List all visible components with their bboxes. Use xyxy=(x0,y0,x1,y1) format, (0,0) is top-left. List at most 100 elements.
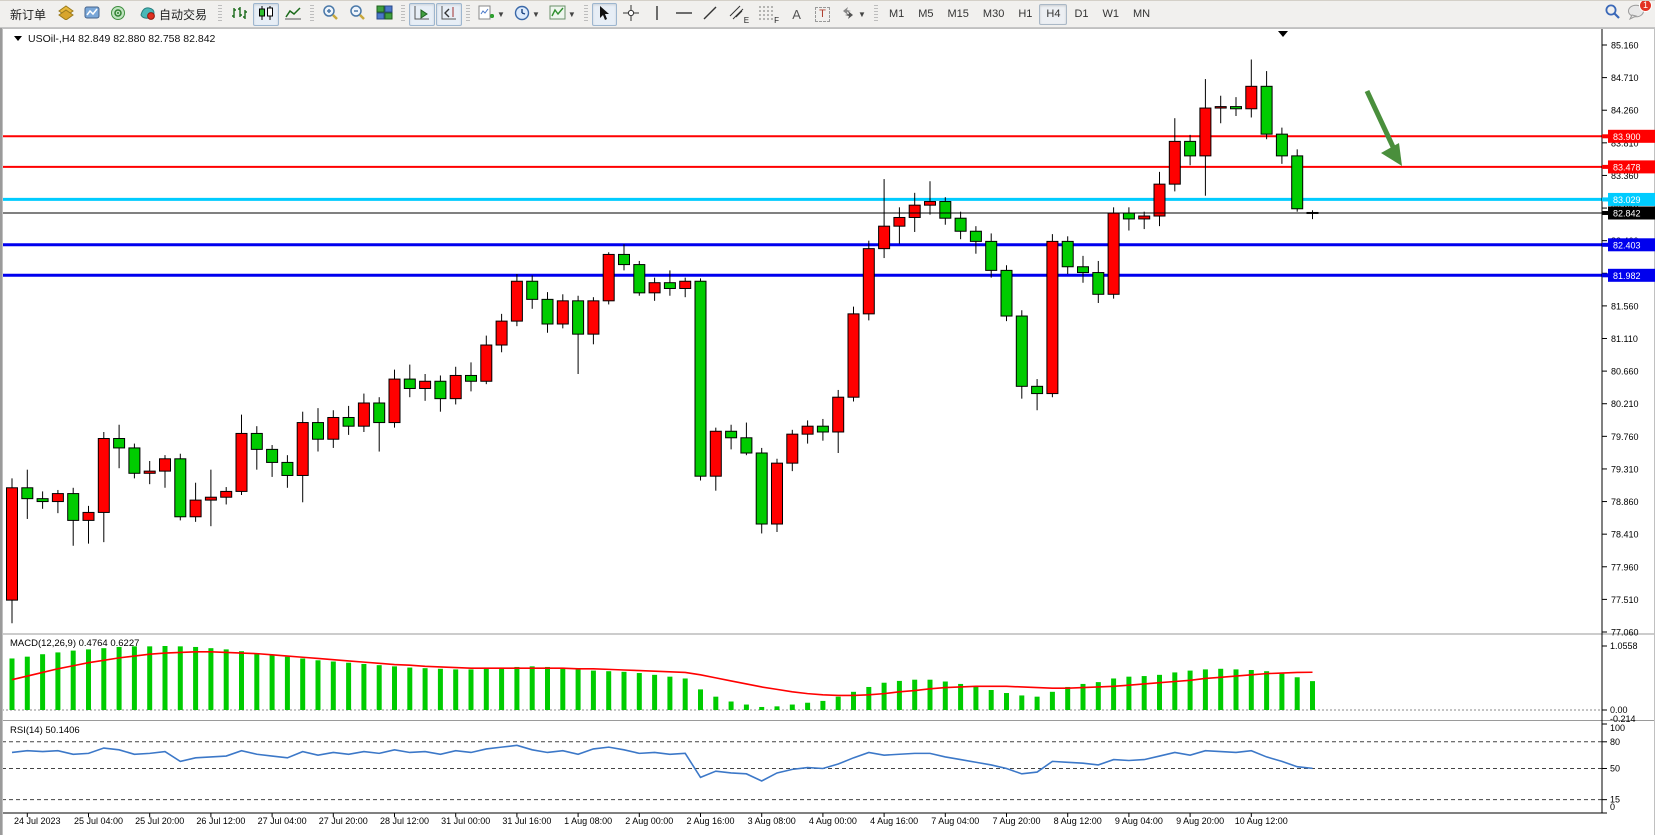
candlestick xyxy=(68,494,79,521)
macd-histogram-bar xyxy=(178,646,183,710)
macd-histogram-bar xyxy=(499,668,504,710)
trendline-tool-button[interactable] xyxy=(698,3,723,26)
text-tool-icon: A xyxy=(792,7,801,22)
terminal-button[interactable] xyxy=(80,3,105,26)
candlestick xyxy=(251,433,262,449)
candlestick xyxy=(328,417,339,439)
candlestick xyxy=(1154,184,1165,216)
chart-shift-button[interactable] xyxy=(436,3,462,26)
text-label-tool-button[interactable]: T xyxy=(810,3,835,26)
time-tick-label: 26 Jul 12:00 xyxy=(196,816,245,826)
candlestick xyxy=(695,281,706,476)
new-order-button[interactable]: 新订单 xyxy=(3,3,53,26)
macd-histogram-bar xyxy=(346,663,351,710)
auto-trading-icon xyxy=(139,5,156,24)
timeframe-mn-button[interactable]: MN xyxy=(1126,4,1157,25)
candlestick-chart-icon xyxy=(257,5,275,24)
trendline-icon xyxy=(702,5,718,24)
macd-histogram-bar xyxy=(882,683,887,710)
toolbar: 新订单 自动交易 xyxy=(0,1,1655,28)
macd-histogram-bar xyxy=(560,668,565,710)
price-tick-label: 80.660 xyxy=(1611,367,1639,377)
timeframe-d1-button[interactable]: D1 xyxy=(1067,4,1095,25)
timeframe-m15-button[interactable]: M15 xyxy=(941,4,976,25)
horizontal-line-tool-button[interactable] xyxy=(671,3,697,26)
candlestick xyxy=(1169,141,1180,184)
search-icon[interactable] xyxy=(1604,3,1621,25)
line-chart-type-button[interactable] xyxy=(280,3,306,26)
timeframe-w1-button[interactable]: W1 xyxy=(1096,4,1127,25)
timeframe-m30-button[interactable]: M30 xyxy=(976,4,1011,25)
zoom-out-button[interactable] xyxy=(345,3,371,26)
candlestick xyxy=(1261,86,1272,134)
candlestick xyxy=(802,426,813,434)
candlestick xyxy=(267,449,278,462)
candlestick xyxy=(940,202,951,219)
candlestick xyxy=(1215,107,1226,108)
tile-windows-button[interactable] xyxy=(372,3,397,26)
macd-histogram-bar xyxy=(40,654,45,710)
candlestick xyxy=(144,471,155,473)
zoom-in-button[interactable] xyxy=(318,3,344,26)
arrow-annotation[interactable] xyxy=(1367,91,1402,166)
timeframe-m1-button[interactable]: M1 xyxy=(882,4,911,25)
chevron-down-icon: ▼ xyxy=(497,10,505,19)
text-tool-button[interactable]: A xyxy=(784,3,809,26)
macd-histogram-bar xyxy=(866,687,871,710)
chart-canvas[interactable]: USOil-,H4 82.849 82.880 82.758 82.842MAC… xyxy=(2,28,1655,835)
timeframe-h4-button[interactable]: H4 xyxy=(1039,4,1067,25)
candlestick xyxy=(817,426,828,432)
macd-histogram-bar xyxy=(1203,669,1208,710)
templates-button[interactable]: ▼ xyxy=(545,3,580,26)
symbol-dropdown-icon[interactable] xyxy=(14,36,22,41)
price-tick-label: 78.410 xyxy=(1611,530,1639,540)
fibonacci-tool-button[interactable]: F xyxy=(754,3,783,26)
macd-histogram-bar xyxy=(377,665,382,710)
candlestick xyxy=(450,375,461,398)
new-chart-button[interactable]: ▼ xyxy=(474,3,509,26)
macd-histogram-bar xyxy=(1157,675,1162,710)
candlestick xyxy=(374,403,385,423)
vertical-line-tool-button[interactable] xyxy=(645,3,670,26)
candlestick xyxy=(741,438,752,453)
auto-trading-button[interactable]: 自动交易 xyxy=(132,3,214,26)
macd-histogram-bar xyxy=(759,707,764,710)
toolbar-separator xyxy=(310,5,314,23)
price-tick-label: 85.160 xyxy=(1611,41,1639,51)
price-tick-label: 84.260 xyxy=(1611,106,1639,116)
shift-marker-icon[interactable] xyxy=(1278,31,1288,37)
macd-histogram-bar xyxy=(163,646,168,710)
candlestick xyxy=(435,381,446,398)
bar-chart-type-button[interactable] xyxy=(226,3,252,26)
macd-histogram-bar xyxy=(698,689,703,710)
candlestick xyxy=(863,249,874,314)
macd-histogram-bar xyxy=(958,684,963,710)
macd-histogram-bar xyxy=(591,671,596,710)
macd-histogram-bar xyxy=(285,657,290,710)
candlestick xyxy=(955,218,966,231)
time-tick-label: 3 Aug 08:00 xyxy=(748,816,796,826)
macd-histogram-bar xyxy=(316,660,321,710)
candlestick xyxy=(1001,270,1012,316)
macd-histogram-bar xyxy=(667,677,672,710)
arrows-tool-button[interactable]: ▼ xyxy=(836,3,870,26)
crosshair-tool-button[interactable] xyxy=(618,3,644,26)
auto-scroll-button[interactable] xyxy=(409,3,435,26)
cursor-tool-button[interactable] xyxy=(592,3,617,26)
time-tick-label: 9 Aug 20:00 xyxy=(1176,816,1224,826)
timeframe-m5-button[interactable]: M5 xyxy=(911,4,940,25)
notifications-button[interactable]: 1 xyxy=(1627,4,1646,25)
timeframe-h1-button[interactable]: H1 xyxy=(1011,4,1039,25)
macd-histogram-bar xyxy=(1142,676,1147,710)
candlestick xyxy=(986,241,997,270)
candlestick-chart-type-button[interactable] xyxy=(253,3,279,26)
periods-button[interactable]: ▼ xyxy=(510,3,544,26)
candlestick xyxy=(160,459,171,471)
equidistant-channel-tool-button[interactable]: E xyxy=(724,3,753,26)
gold-bars-icon xyxy=(58,5,75,23)
macd-histogram-bar xyxy=(514,667,519,710)
macd-histogram-bar xyxy=(1188,671,1193,710)
macd-histogram-bar xyxy=(1050,692,1055,710)
market-watch-button[interactable] xyxy=(54,3,79,26)
signals-button[interactable] xyxy=(106,3,131,26)
